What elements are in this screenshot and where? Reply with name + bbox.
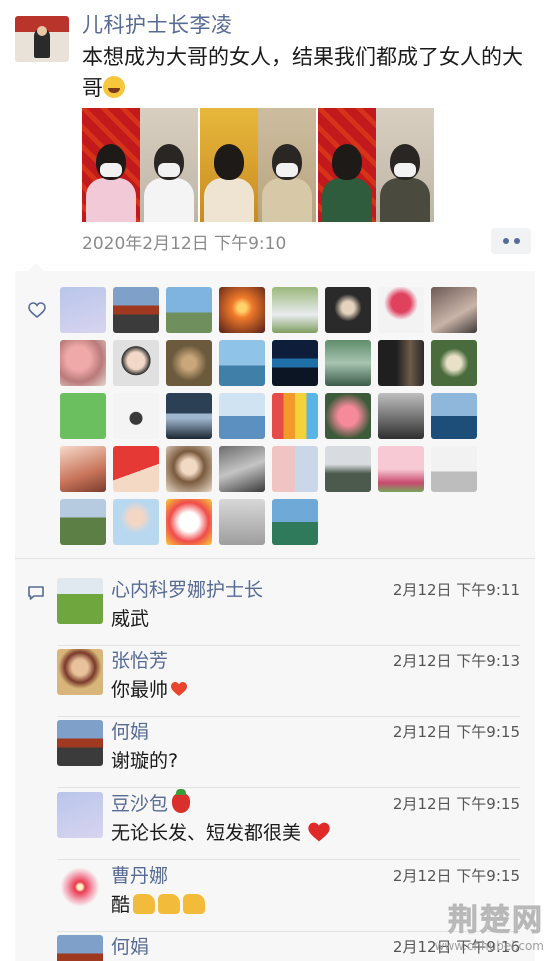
like-avatar[interactable] <box>272 340 318 386</box>
author-avatar[interactable] <box>15 16 69 62</box>
like-avatar[interactable] <box>219 287 265 333</box>
comment-icon <box>28 586 44 600</box>
photo-grid <box>82 108 434 222</box>
comment-item[interactable]: 豆沙包 2月12日 下午9:15 无论长发、短发都很美 <box>57 789 520 862</box>
heart-emoji-icon <box>308 822 330 842</box>
commenter-name[interactable]: 何娟 <box>111 717 149 744</box>
box-pointer <box>28 263 44 271</box>
like-avatar[interactable] <box>60 340 106 386</box>
comment-text: 谢璇的? <box>111 750 179 772</box>
like-avatar[interactable] <box>378 393 424 439</box>
like-avatar[interactable] <box>60 499 106 545</box>
comment-time: 2月12日 下午9:15 <box>392 723 520 741</box>
like-avatar[interactable] <box>325 287 371 333</box>
like-avatar[interactable] <box>113 393 159 439</box>
comment-time: 2月12日 下午9:15 <box>392 867 520 885</box>
like-avatar[interactable] <box>272 393 318 439</box>
commenter-name[interactable]: 曹丹娜 <box>111 861 168 888</box>
laughing-emoji-icon <box>103 76 125 98</box>
commenter-avatar[interactable] <box>57 864 103 910</box>
comment-time: 2月12日 下午9:15 <box>392 795 520 813</box>
like-avatar[interactable] <box>325 393 371 439</box>
commenter-avatar[interactable] <box>57 649 103 695</box>
photo-3[interactable] <box>318 108 434 222</box>
like-avatar[interactable] <box>113 287 159 333</box>
comment-text: 威武 <box>111 608 150 630</box>
commenter-avatar[interactable] <box>57 720 103 766</box>
more-actions-button[interactable] <box>491 228 531 254</box>
comment-item[interactable]: 张怡芳 2月12日 下午9:13 你最帅 <box>57 649 520 719</box>
post-timestamp: 2020年2月12日 下午9:10 <box>82 234 287 254</box>
like-avatar[interactable] <box>219 499 265 545</box>
like-avatar[interactable] <box>272 499 318 545</box>
like-avatar[interactable] <box>113 499 159 545</box>
like-avatar[interactable] <box>219 340 265 386</box>
commenter-avatar[interactable] <box>57 935 103 961</box>
like-avatar[interactable] <box>166 446 212 492</box>
like-avatar[interactable] <box>378 446 424 492</box>
comment-time: 2月12日 下午9:11 <box>392 581 520 599</box>
like-avatar[interactable] <box>219 393 265 439</box>
comment-item[interactable]: 何娟 2月12日 下午9:15 谢璇的? <box>57 720 520 790</box>
watermark: 荆楚网 www.cnhubei.com <box>434 895 544 954</box>
like-avatar[interactable] <box>166 393 212 439</box>
thumbs-up-emoji-icon <box>158 894 181 914</box>
commenter-avatar[interactable] <box>57 792 103 838</box>
watermark-logo: 荆楚网 <box>447 903 544 939</box>
photo-2[interactable] <box>200 108 316 222</box>
like-avatar[interactable] <box>325 446 371 492</box>
like-avatar[interactable] <box>219 446 265 492</box>
likes-avatar-grid <box>60 287 500 545</box>
like-avatar[interactable] <box>60 287 106 333</box>
like-avatar[interactable] <box>431 393 477 439</box>
comment-separator <box>57 787 520 788</box>
comment-separator <box>57 859 520 860</box>
thumbs-up-emoji-icon <box>133 894 156 914</box>
post-author-name[interactable]: 儿科护士长李凌 <box>82 9 233 39</box>
comment-text: 酷 <box>111 890 206 917</box>
like-avatar[interactable] <box>166 340 212 386</box>
comment-text: 你最帅 <box>111 675 188 702</box>
commenter-avatar[interactable] <box>57 578 103 624</box>
watermark-url: www.cnhubei.com <box>434 939 544 953</box>
commenter-name[interactable]: 心内科罗娜护士长 <box>111 575 263 602</box>
strawberry-emoji-icon <box>172 789 191 813</box>
like-avatar[interactable] <box>431 340 477 386</box>
commenter-name[interactable]: 何娟 <box>111 932 149 959</box>
heart-icon <box>28 302 46 318</box>
commenter-name[interactable]: 张怡芳 <box>111 646 168 673</box>
like-avatar[interactable] <box>60 393 106 439</box>
heart-emoji-icon <box>171 682 188 696</box>
like-avatar[interactable] <box>272 446 318 492</box>
like-avatar[interactable] <box>378 287 424 333</box>
comment-item[interactable]: 心内科罗娜护士长 2月12日 下午9:11 威武 <box>57 578 520 648</box>
like-avatar[interactable] <box>60 446 106 492</box>
like-avatar[interactable] <box>431 446 477 492</box>
like-avatar[interactable] <box>113 446 159 492</box>
like-avatar[interactable] <box>166 287 212 333</box>
moments-post: 儿科护士长李凌 本想成为大哥的女人，结果我们都成了女人的大哥 2020年2月12… <box>0 0 550 262</box>
post-text: 本想成为大哥的女人，结果我们都成了女人的大哥 <box>82 45 523 100</box>
like-avatar[interactable] <box>378 340 424 386</box>
commenter-name[interactable]: 豆沙包 <box>111 789 191 816</box>
like-avatar[interactable] <box>272 287 318 333</box>
like-avatar[interactable] <box>113 340 159 386</box>
like-avatar[interactable] <box>166 499 212 545</box>
comment-time: 2月12日 下午9:13 <box>392 652 520 670</box>
likes-comments-divider <box>15 558 535 559</box>
photo-1[interactable] <box>82 108 198 222</box>
thumbs-up-emoji-icon <box>183 894 206 914</box>
like-avatar[interactable] <box>325 340 371 386</box>
like-avatar[interactable] <box>431 287 477 333</box>
comment-text: 无论长发、短发都很美 <box>111 818 331 845</box>
